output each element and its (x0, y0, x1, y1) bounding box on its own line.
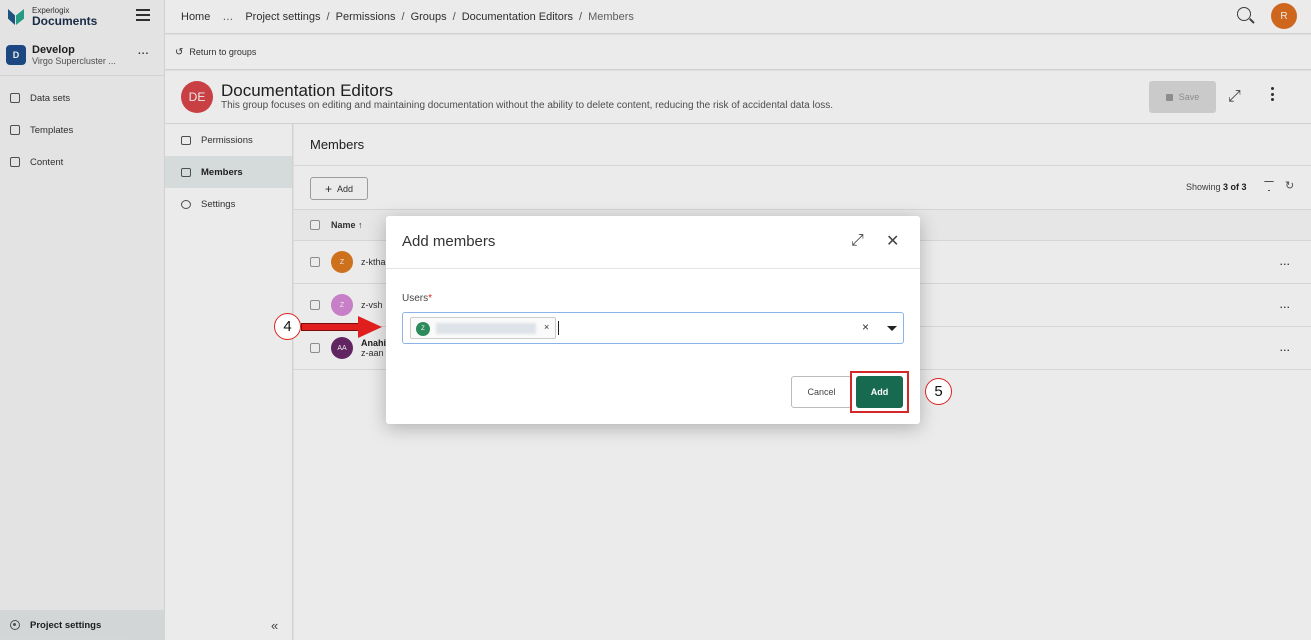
add-members-dialog: Add members ⤢ ✕ Users* Z × × Cancel Add (386, 216, 920, 424)
divider (386, 268, 920, 269)
avatar: Z (416, 322, 430, 336)
text-cursor (558, 321, 559, 335)
arrow-head (358, 316, 382, 338)
step-callout-4: 4 (274, 313, 301, 340)
expand-icon[interactable]: ⤢ (851, 232, 864, 250)
users-multiselect[interactable]: Z × × (402, 312, 904, 344)
add-button[interactable]: Add (856, 376, 903, 408)
selected-user-chip: Z × (410, 317, 556, 339)
chevron-down-icon[interactable] (887, 326, 897, 331)
blurred-user-name (436, 323, 536, 334)
remove-chip-icon[interactable]: × (544, 322, 549, 332)
cancel-button[interactable]: Cancel (791, 376, 852, 408)
required-mark: * (428, 293, 433, 304)
dialog-title: Add members (402, 233, 496, 250)
close-icon[interactable]: ✕ (886, 231, 899, 251)
clear-icon[interactable]: × (862, 320, 869, 334)
users-label: Users* (402, 293, 432, 304)
arrow-annotation (301, 323, 361, 331)
step-callout-5: 5 (925, 378, 952, 405)
users-label-text: Users (402, 293, 429, 304)
